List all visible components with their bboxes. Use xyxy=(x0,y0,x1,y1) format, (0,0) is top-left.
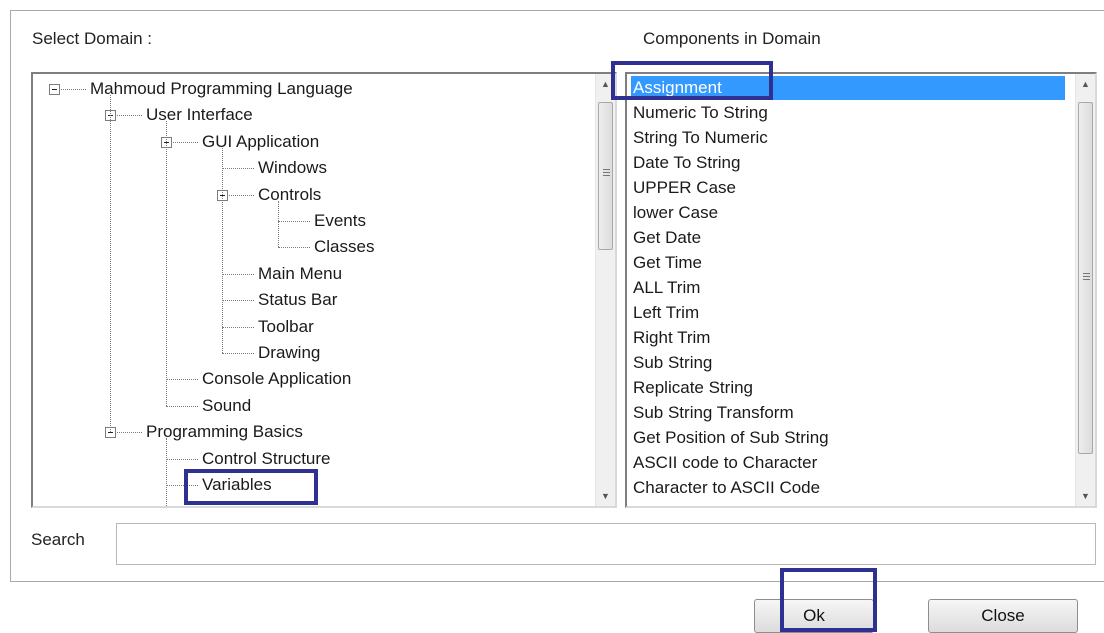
component-item-ascii-code-to-character[interactable]: ASCII code to Character xyxy=(631,451,1063,475)
tree-connector xyxy=(166,459,198,460)
tree-connector-vertical xyxy=(166,438,167,506)
tree-node-drawing[interactable]: Drawing xyxy=(33,341,593,365)
tree-node-programming-basics[interactable]: Programming Basics xyxy=(33,420,593,444)
grip-icon xyxy=(1083,273,1090,282)
collapse-minus-icon[interactable] xyxy=(49,84,60,95)
tree-node-gui-application[interactable]: GUI Application xyxy=(33,130,593,154)
scrollbar-thumb[interactable] xyxy=(1078,102,1093,454)
components-in-domain-label: Components in Domain xyxy=(643,29,821,48)
tree-node-label: Drawing xyxy=(258,343,321,362)
domain-tree-scrollbar[interactable]: ▲ ▼ xyxy=(595,74,615,506)
component-item-left-trim[interactable]: Left Trim xyxy=(631,301,1063,325)
component-item-lower-case[interactable]: lower Case xyxy=(631,201,1063,225)
tree-node-mahmoud-programming-language[interactable]: Mahmoud Programming Language xyxy=(33,77,593,101)
tree-connector xyxy=(166,379,198,380)
tree-node-user-interface[interactable]: User Interface xyxy=(33,103,593,127)
domain-tree-content: Mahmoud Programming Language User Interfa… xyxy=(33,74,595,506)
search-label: Search xyxy=(31,530,85,549)
component-item-date-to-string[interactable]: Date To String xyxy=(631,151,1063,175)
tree-node-label: Toolbar xyxy=(258,317,314,336)
tree-connector xyxy=(61,89,86,90)
tree-connector-vertical xyxy=(166,121,167,406)
tree-node-status-bar[interactable]: Status Bar xyxy=(33,288,593,312)
tree-node-toolbar[interactable]: Toolbar xyxy=(33,315,593,339)
component-item-assignment[interactable]: Assignment xyxy=(631,76,1065,100)
tree-node-classes[interactable]: Classes xyxy=(33,235,593,259)
tree-node-label: Programming Basics xyxy=(146,422,303,441)
tree-node-label: Control Structure xyxy=(202,449,331,468)
scroll-down-arrow-icon[interactable]: ▼ xyxy=(596,487,615,505)
component-item-numeric-to-string[interactable]: Numeric To String xyxy=(631,101,1063,125)
grip-icon xyxy=(603,169,610,178)
tree-node-label: Mahmoud Programming Language xyxy=(90,79,353,98)
ok-button[interactable]: Ok xyxy=(754,599,874,633)
tree-connector xyxy=(222,168,254,169)
tree-node-label: Status Bar xyxy=(258,290,338,309)
component-item-get-time[interactable]: Get Time xyxy=(631,251,1063,275)
tree-connector xyxy=(173,142,198,143)
tree-connector xyxy=(229,195,254,196)
tree-node-console-application[interactable]: Console Application xyxy=(33,367,593,391)
tree-connector xyxy=(222,353,254,354)
search-input[interactable] xyxy=(116,523,1096,565)
select-domain-label: Select Domain : xyxy=(32,29,152,48)
tree-node-label: Sound xyxy=(202,396,252,415)
tree-node-label: Classes xyxy=(314,237,375,256)
tree-connector-vertical xyxy=(110,95,111,432)
tree-node-label: Console Application xyxy=(202,369,352,388)
tree-connector xyxy=(166,406,198,407)
component-item-replicate-string[interactable]: Replicate String xyxy=(631,376,1063,400)
tree-connector-vertical xyxy=(222,148,223,353)
component-item-right-trim[interactable]: Right Trim xyxy=(631,326,1063,350)
tree-node-label: GUI Application xyxy=(202,132,320,151)
component-item-get-date[interactable]: Get Date xyxy=(631,226,1063,250)
scroll-up-arrow-icon[interactable]: ▲ xyxy=(1076,75,1095,93)
tree-node-label: Events xyxy=(314,211,366,230)
tree-node-sound[interactable]: Sound xyxy=(33,394,593,418)
tree-node-events[interactable]: Events xyxy=(33,209,593,233)
component-item-sub-string[interactable]: Sub String xyxy=(631,351,1063,375)
tree-connector xyxy=(222,274,254,275)
close-button[interactable]: Close xyxy=(928,599,1078,633)
component-item-string-to-numeric[interactable]: String To Numeric xyxy=(631,126,1063,150)
components-list-content: Assignment Numeric To String String To Num… xyxy=(627,74,1075,506)
tree-node-label: Variables xyxy=(202,475,272,494)
tree-connector xyxy=(166,485,198,486)
component-item-upper-case[interactable]: UPPER Case xyxy=(631,176,1063,200)
tree-connector xyxy=(117,115,142,116)
tree-node-label: Windows xyxy=(258,158,327,177)
components-list-scrollbar[interactable]: ▲ ▼ xyxy=(1075,74,1095,506)
component-item-get-position-of-sub-string[interactable]: Get Position of Sub String xyxy=(631,426,1063,450)
component-item-character-to-ascii-code[interactable]: Character to ASCII Code xyxy=(631,476,1063,500)
tree-node-variables[interactable]: Variables xyxy=(33,473,593,497)
tree-connector-vertical xyxy=(278,201,279,247)
tree-node-control-structure[interactable]: Control Structure xyxy=(33,447,593,471)
tree-node-windows[interactable]: Windows xyxy=(33,156,593,180)
tree-connector xyxy=(222,300,254,301)
scroll-up-arrow-icon[interactable]: ▲ xyxy=(596,75,615,93)
tree-connector xyxy=(278,221,310,222)
tree-node-main-menu[interactable]: Main Menu xyxy=(33,262,593,286)
scroll-down-arrow-icon[interactable]: ▼ xyxy=(1076,487,1095,505)
component-item-sub-string-transform[interactable]: Sub String Transform xyxy=(631,401,1063,425)
tree-node-label: Main Menu xyxy=(258,264,343,283)
tree-connector xyxy=(117,432,142,433)
tree-node-label: User Interface xyxy=(146,105,253,124)
tree-connector xyxy=(278,247,310,248)
tree-node-label: Controls xyxy=(258,185,322,204)
component-item-all-trim[interactable]: ALL Trim xyxy=(631,276,1063,300)
tree-node-controls[interactable]: Controls xyxy=(33,183,593,207)
tree-connector xyxy=(222,327,254,328)
domain-tree[interactable]: Mahmoud Programming Language User Interfa… xyxy=(31,72,617,508)
components-list[interactable]: Assignment Numeric To String String To Num… xyxy=(625,72,1097,508)
scrollbar-thumb[interactable] xyxy=(598,102,613,250)
